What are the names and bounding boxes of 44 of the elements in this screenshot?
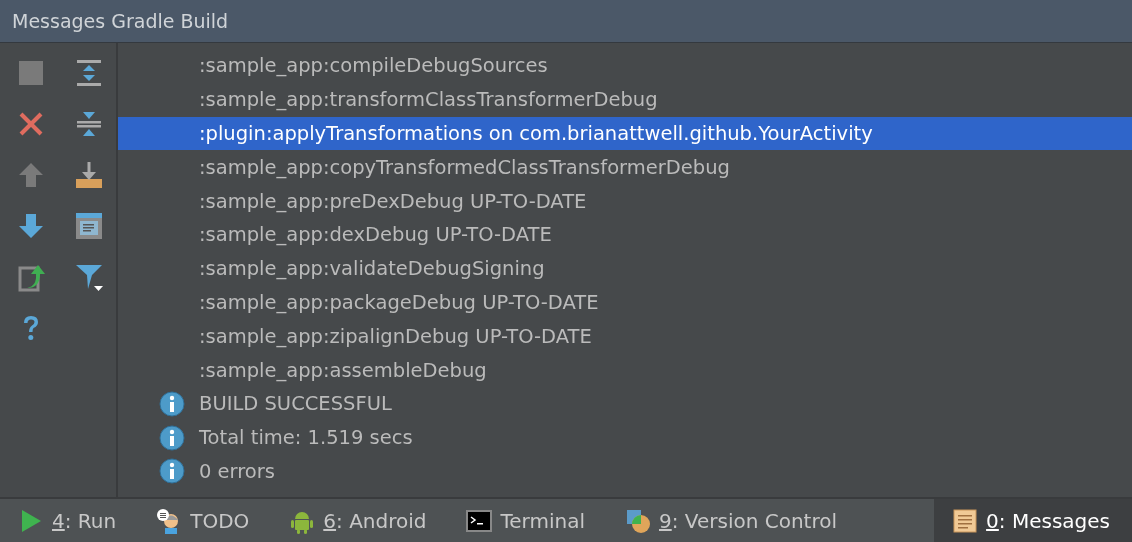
message-text: :plugin:applyTransformations on com.brianattwell.github.YourActivity xyxy=(199,122,873,145)
message-row[interactable]: :plugin:applyTransformations on com.brianattwell.github.YourActivity xyxy=(118,116,1132,151)
info-icon xyxy=(159,424,185,451)
message-row[interactable]: :sample_app:transformClassTransformerDebug xyxy=(118,82,1132,117)
collapse-all-icon[interactable] xyxy=(74,109,104,139)
message-row[interactable]: :sample_app:compileDebugSources xyxy=(118,49,1132,83)
message-text: 0 errors xyxy=(199,459,275,483)
info-icon xyxy=(159,390,185,417)
message-row[interactable]: :sample_app:assembleDebug xyxy=(118,353,1132,387)
message-row[interactable]: BUILD SUCCESSFUL xyxy=(118,386,1132,421)
tool-window-tab[interactable]: 6: Android xyxy=(271,499,449,542)
filter-icon[interactable] xyxy=(74,262,104,292)
tool-window-tab[interactable]: 0: Messages xyxy=(934,499,1132,542)
message-row[interactable]: :sample_app:dexDebug UP-TO-DATE xyxy=(118,218,1132,252)
expand-all-icon[interactable] xyxy=(74,58,104,88)
tool-window-tab[interactable]: TODO xyxy=(138,499,272,542)
info-icon xyxy=(159,458,185,485)
message-text: :sample_app:dexDebug UP-TO-DATE xyxy=(199,223,552,247)
message-text: :sample_app:zipalignDebug UP-TO-DATE xyxy=(199,324,592,348)
tool-window-tab[interactable]: 9: Version Control xyxy=(607,499,859,542)
message-text: Total time: 1.519 secs xyxy=(199,426,413,450)
message-text: :sample_app:preDexDebug UP-TO-DATE xyxy=(199,189,587,213)
panel-title: Messages Gradle Build xyxy=(12,10,229,32)
message-row[interactable]: :sample_app:preDexDebug UP-TO-DATE xyxy=(118,184,1132,218)
message-text: :sample_app:compileDebugSources xyxy=(199,54,548,78)
message-text: :sample_app:copyTransformedClassTransformerDebug xyxy=(199,155,730,179)
message-row[interactable]: Total time: 1.519 secs xyxy=(118,420,1132,455)
message-row[interactable]: :sample_app:zipalignDebug UP-TO-DATE xyxy=(118,319,1132,354)
download-icon[interactable] xyxy=(74,160,104,190)
message-row[interactable]: 0 errors xyxy=(118,454,1132,489)
message-row[interactable]: :sample_app:packageDebug UP-TO-DATE xyxy=(118,285,1132,320)
terminal-icon xyxy=(466,507,493,534)
message-text: :sample_app:transformClassTransformerDebug xyxy=(199,88,658,112)
document-icon xyxy=(952,507,979,534)
tool-window-tab[interactable]: Terminal xyxy=(448,499,607,542)
message-row[interactable]: :sample_app:copyTransformedClassTransformerDebug xyxy=(118,150,1132,185)
message-text: :sample_app:assembleDebug xyxy=(199,358,487,382)
message-row[interactable]: :sample_app:validateDebugSigning xyxy=(118,251,1132,286)
window-icon[interactable] xyxy=(74,211,104,241)
shapes-icon xyxy=(625,507,651,534)
message-text: :sample_app:packageDebug UP-TO-DATE xyxy=(199,290,599,314)
tool-window-tab[interactable]: 4: Run xyxy=(0,499,139,542)
message-text: :sample_app:validateDebugSigning xyxy=(199,257,545,281)
message-text: BUILD SUCCESSFUL xyxy=(199,392,392,416)
